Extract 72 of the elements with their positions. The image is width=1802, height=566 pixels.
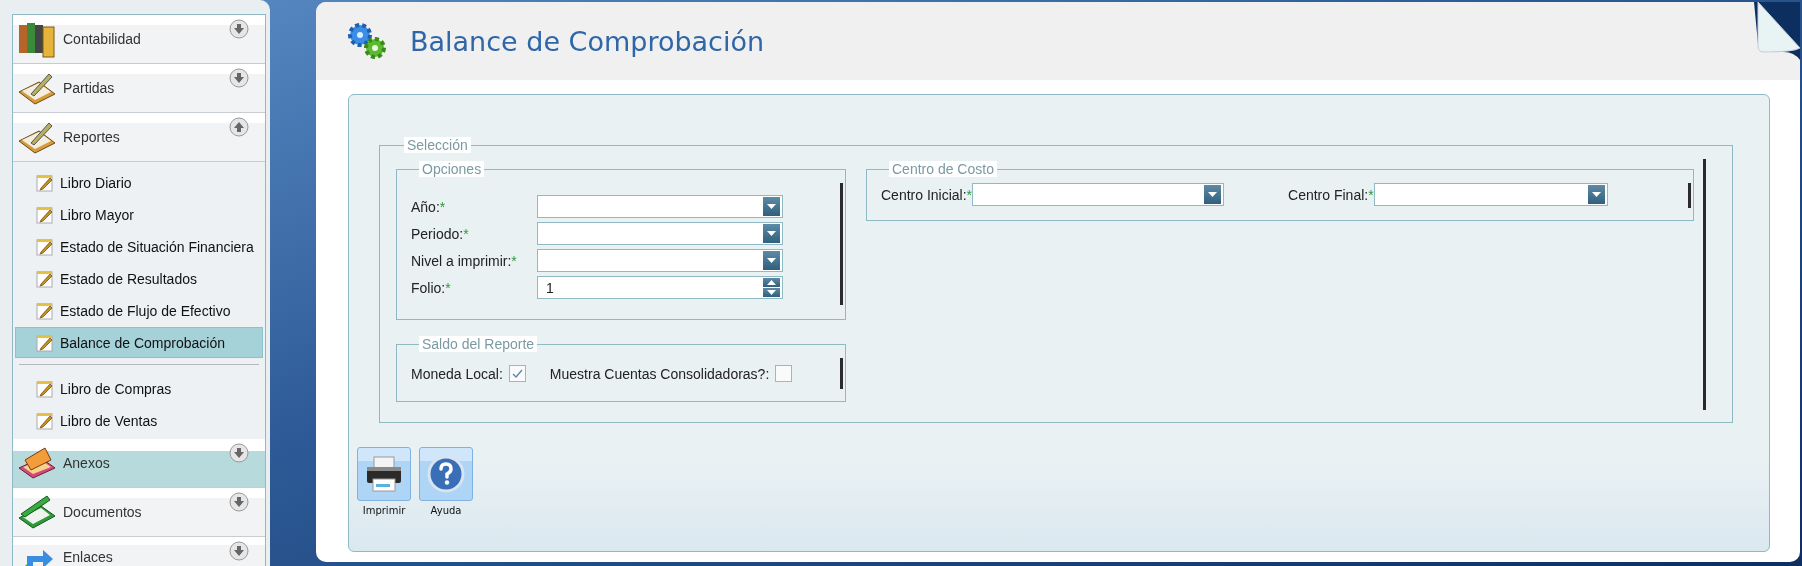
dropdown-arrow-icon [767, 231, 776, 236]
sidebar-section[interactable]: Reportes [13, 113, 265, 162]
menu-item[interactable]: Estado de Situación Financiera [15, 231, 263, 262]
section-label: Documentos [63, 504, 142, 520]
menu-item[interactable]: Balance de Comprobación [15, 327, 263, 358]
spin-down-button[interactable] [763, 288, 780, 297]
section-label: Anexos [63, 455, 110, 471]
checkbox-label: Moneda Local: [411, 365, 503, 382]
section-label: Partidas [63, 80, 115, 96]
expand-icon[interactable] [229, 443, 249, 463]
notepad-pencil-icon [36, 411, 54, 430]
field-label: Nivel a imprimir:* [411, 252, 518, 269]
dropdown-arrow-icon [767, 258, 776, 263]
expand-icon[interactable] [229, 492, 249, 512]
notepad-pencil-icon [36, 237, 54, 256]
number-field[interactable]: 1 [537, 276, 783, 299]
expand-icon[interactable] [229, 541, 249, 561]
button-label: Imprimir [362, 505, 406, 516]
menu-item[interactable]: Libro Mayor [15, 199, 263, 230]
dropdown-arrow-icon [767, 204, 776, 209]
notepad-pencil-icon [36, 301, 54, 320]
notepad-pencil-icon [36, 205, 54, 224]
sidebar-section[interactable]: Documentos [13, 488, 265, 537]
sidebar-section[interactable]: Anexos [13, 439, 265, 488]
menu-item[interactable]: Libro de Ventas [15, 405, 263, 436]
print-button[interactable] [357, 447, 411, 501]
menu-item[interactable]: Libro Diario [15, 167, 263, 198]
group-title: Opciones [419, 161, 485, 177]
check-icon [511, 369, 523, 378]
group-title: Selección [404, 137, 471, 153]
field-label: Centro Final:* [1288, 186, 1374, 203]
dropdown-field[interactable] [972, 183, 1225, 206]
button-label: Ayuda [430, 505, 462, 516]
help-icon [426, 454, 466, 494]
field-label: Centro Inicial:* [881, 186, 973, 203]
menu-item[interactable]: Estado de Resultados [15, 263, 263, 294]
expand-icon[interactable] [229, 68, 249, 88]
notepad-pencil-icon [36, 379, 54, 398]
dropdown-field[interactable] [537, 195, 783, 218]
spin-up-icon [767, 280, 776, 285]
expand-icon[interactable] [229, 19, 249, 39]
dropdown-arrow-icon [1208, 192, 1218, 197]
dropdown-field[interactable] [537, 222, 783, 245]
field-label: Folio:* [411, 279, 452, 296]
printer-icon [364, 454, 404, 494]
notepad-pencil-icon [36, 333, 54, 352]
notepad-pencil-icon [36, 173, 54, 192]
field-label: Periodo:* [411, 225, 470, 242]
checkbox-label: Muestra Cuentas Consolidadoras?: [549, 365, 770, 382]
section-label: Contabilidad [63, 31, 141, 47]
spin-up-button[interactable] [763, 278, 780, 287]
help-button[interactable] [419, 447, 473, 501]
checkbox[interactable] [775, 365, 793, 382]
sidebar-section[interactable]: Contabilidad [13, 15, 265, 64]
section-label: Enlaces [63, 549, 113, 565]
notepad-pencil-icon [36, 269, 54, 288]
dropdown-field[interactable] [537, 249, 783, 272]
section-label: Reportes [63, 129, 120, 145]
group-title: Centro de Costo [889, 161, 997, 177]
group-title: Saldo del Reporte [419, 336, 538, 352]
checkbox[interactable] [508, 365, 526, 382]
menu-item[interactable]: Libro de Compras [15, 373, 263, 404]
dropdown-arrow-icon [1591, 192, 1601, 197]
sidebar-section[interactable]: Partidas [13, 64, 265, 113]
collapse-icon[interactable] [229, 117, 249, 137]
gears-icon [346, 22, 388, 60]
sidebar-section[interactable]: Enlaces [13, 537, 265, 566]
dropdown-field[interactable] [1373, 183, 1608, 206]
menu-item[interactable]: Estado de Flujo de Efectivo [15, 295, 263, 326]
field-label: Año:* [411, 198, 447, 215]
page-title: Balance de Comprobación [410, 25, 765, 57]
dropdown-arrow-icon [767, 290, 776, 295]
